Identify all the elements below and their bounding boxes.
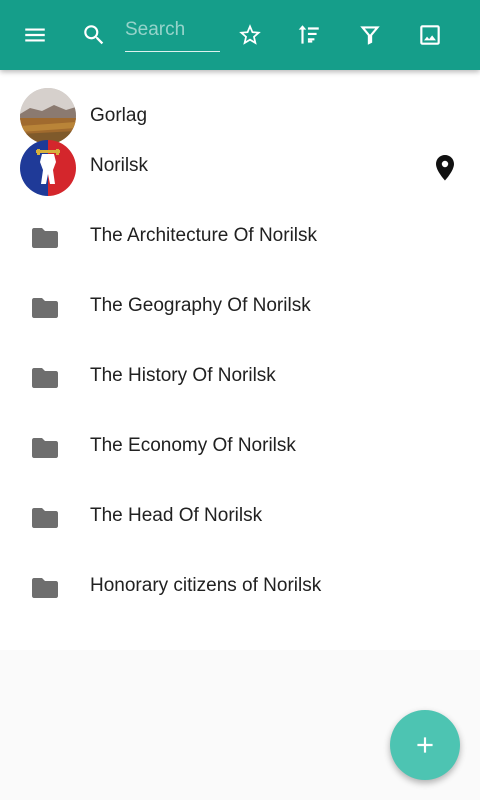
list-item[interactable]: The Economy Of Norilsk xyxy=(0,420,480,490)
coat-of-arms-avatar xyxy=(20,140,76,196)
folder-icon xyxy=(31,366,59,390)
add-button[interactable] xyxy=(390,710,460,780)
list-item-label: The History Of Norilsk xyxy=(90,365,276,386)
list-item[interactable]: The Head Of Norilsk xyxy=(0,490,480,560)
search-input[interactable] xyxy=(125,14,220,46)
list-item[interactable]: The Architecture Of Norilsk xyxy=(0,210,480,280)
sort-icon[interactable] xyxy=(291,17,327,53)
app-toolbar xyxy=(0,0,480,70)
filter-icon[interactable] xyxy=(352,17,388,53)
folder-icon xyxy=(31,436,59,460)
search-field[interactable] xyxy=(125,14,220,52)
search-icon[interactable] xyxy=(76,17,112,53)
folder-icon xyxy=(31,506,59,530)
star-icon[interactable] xyxy=(232,17,268,53)
landscape-avatar xyxy=(20,88,76,144)
add-icon xyxy=(417,737,433,753)
list-item-label: The Economy Of Norilsk xyxy=(90,435,296,456)
folder-icon xyxy=(31,226,59,250)
folder-icon xyxy=(31,576,59,600)
list-item[interactable]: Norilsk xyxy=(0,140,480,210)
list-item-label: The Architecture Of Norilsk xyxy=(90,225,318,246)
list-item-label: The Geography Of Norilsk xyxy=(90,295,311,316)
list-item-label: Gorlag xyxy=(90,105,148,126)
list-item-label: Norilsk xyxy=(90,155,149,176)
list-item[interactable]: The Geography Of Norilsk xyxy=(0,280,480,350)
list-item[interactable]: Gorlag xyxy=(0,70,480,144)
menu-icon[interactable] xyxy=(17,17,53,53)
list-item-label: Honorary citizens of Norilsk xyxy=(90,575,322,596)
location-pin-icon[interactable] xyxy=(433,154,457,182)
list-item[interactable]: Honorary citizens of Norilsk xyxy=(0,560,480,630)
folder-icon xyxy=(31,296,59,320)
item-list: Gorlag Norilsk The Architecture Of Noril… xyxy=(0,70,480,650)
list-item-label: The Head Of Norilsk xyxy=(90,505,263,526)
list-item[interactable]: The History Of Norilsk xyxy=(0,350,480,420)
image-icon[interactable] xyxy=(412,17,448,53)
